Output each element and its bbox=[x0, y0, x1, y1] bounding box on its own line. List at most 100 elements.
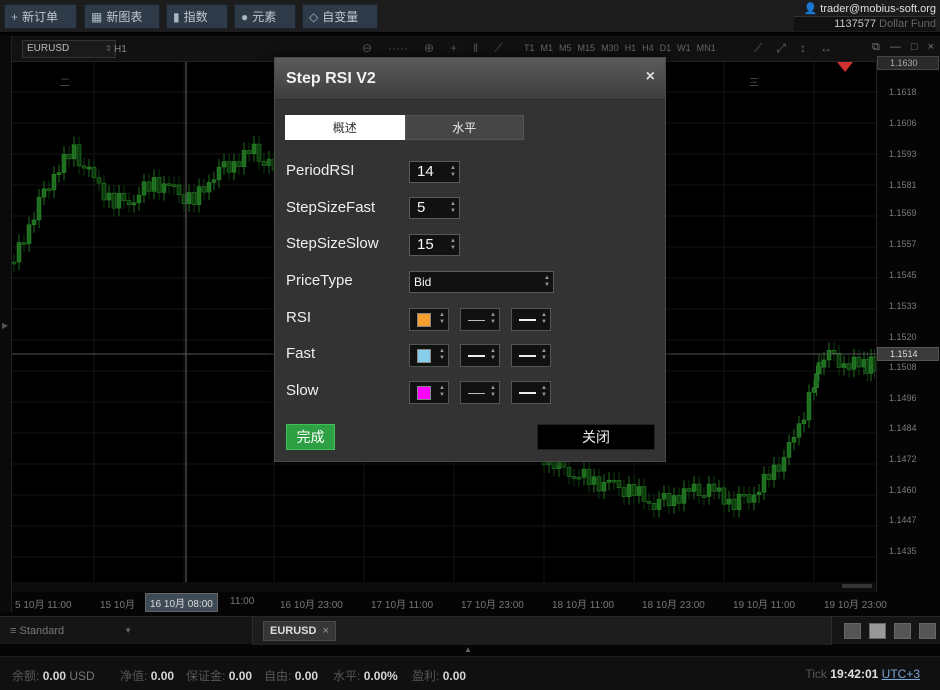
price-label: 1.1545 bbox=[889, 270, 917, 280]
layout-grid-icon[interactable] bbox=[869, 623, 886, 639]
layout-rows-icon[interactable] bbox=[919, 623, 936, 639]
step-slow-input[interactable]: 15 ▲ ▼ bbox=[409, 234, 460, 256]
done-button[interactable]: 完成 bbox=[286, 424, 335, 450]
candle-body bbox=[141, 181, 147, 196]
close-chart-icon[interactable]: × bbox=[928, 41, 934, 54]
dialog-header[interactable]: Step RSI V2 × bbox=[275, 58, 665, 100]
candle-body bbox=[66, 154, 72, 160]
candle-body bbox=[581, 468, 587, 478]
spinner-icon[interactable]: ▲ ▼ bbox=[450, 165, 456, 179]
tab-overview[interactable]: 概述 bbox=[285, 115, 405, 140]
candle-body bbox=[596, 476, 602, 492]
slow-color-picker[interactable]: ▲ ▼ bbox=[409, 381, 449, 404]
chart-mark-right: 三 bbox=[749, 78, 759, 89]
candle-body bbox=[206, 182, 212, 193]
tab-levels[interactable]: 水平 bbox=[404, 115, 524, 140]
draw-icon[interactable]: ⟋ bbox=[754, 41, 762, 56]
spinner-icon[interactable]: ▲ ▼ bbox=[450, 238, 456, 252]
period-rsi-input[interactable]: 14 ▲ ▼ bbox=[409, 161, 460, 183]
candle-body bbox=[701, 495, 707, 498]
spinner-icon: ▲ ▼ bbox=[541, 312, 547, 325]
chevron-updown-icon: ▲ ▼ bbox=[544, 275, 550, 288]
tf-mn1[interactable]: MN1 bbox=[697, 43, 716, 53]
new-order-button[interactable]: + 新订单 bbox=[4, 4, 77, 29]
price-label: 1.1606 bbox=[889, 118, 917, 128]
candle-body bbox=[656, 498, 662, 510]
trendline-icon[interactable]: ⟋ bbox=[494, 41, 502, 56]
rsi-style-select[interactable]: ▲ ▼ bbox=[460, 308, 500, 331]
slow-style-select[interactable]: ▲ ▼ bbox=[460, 381, 500, 404]
tf-t1[interactable]: T1 bbox=[524, 43, 535, 53]
period-rsi-value: 14 bbox=[417, 163, 434, 180]
layout-select[interactable]: ≡ Standard ▼ bbox=[4, 621, 136, 641]
spinner-icon: ▲ ▼ bbox=[439, 348, 445, 361]
account-info[interactable]: 👤 trader@mobius-soft.org 1137577 Dollar … bbox=[794, 2, 936, 31]
panel-resize-handle-icon[interactable]: ▲ bbox=[464, 645, 472, 654]
time-label: 17 10月 11:00 bbox=[371, 600, 434, 611]
tf-m15[interactable]: M15 bbox=[578, 43, 596, 53]
rsi-width-select[interactable]: ▲ ▼ bbox=[511, 308, 551, 331]
spinner-icon[interactable]: ▲ ▼ bbox=[450, 201, 456, 215]
time-axis[interactable]: 5 10月 11:00 15 10月 11:00 16 10月 23:00 17… bbox=[12, 592, 887, 612]
candle-body bbox=[771, 464, 777, 480]
minimize-icon[interactable]: — bbox=[890, 41, 901, 54]
step-fast-input[interactable]: 5 ▲ ▼ bbox=[409, 197, 460, 219]
zoom-in-icon[interactable]: ⊕ bbox=[424, 41, 434, 56]
close-button[interactable]: 关闭 bbox=[537, 424, 655, 450]
line-width-icon bbox=[519, 392, 536, 394]
profit-item: 盈利: 0.00 bbox=[412, 667, 466, 684]
fast-width-select[interactable]: ▲ ▼ bbox=[511, 344, 551, 367]
fast-style-select[interactable]: ▲ ▼ bbox=[460, 344, 500, 367]
expand-diagonal-icon[interactable]: ⤢ bbox=[776, 41, 786, 56]
rsi-color-picker[interactable]: ▲ ▼ bbox=[409, 308, 449, 331]
tab-close-icon[interactable]: × bbox=[322, 622, 328, 640]
left-panel-edge[interactable]: ▶ bbox=[0, 36, 12, 612]
zoom-out-icon[interactable]: ⊖ bbox=[362, 41, 372, 56]
custom-button[interactable]: ◇ 自变量 bbox=[302, 4, 378, 29]
tf-w1[interactable]: W1 bbox=[677, 43, 691, 53]
candle-body bbox=[91, 166, 97, 179]
candle-body bbox=[86, 166, 92, 170]
timezone-link[interactable]: UTC+3 bbox=[882, 667, 920, 681]
fit-horizontal-icon[interactable]: ↔ bbox=[820, 41, 832, 56]
indicators-button[interactable]: ▮ 指数 bbox=[166, 4, 228, 29]
free-item: 自由: 0.00 bbox=[264, 667, 318, 684]
spinner-icon: ▲ ▼ bbox=[490, 348, 496, 361]
fit-vertical-icon[interactable]: ↕ bbox=[800, 41, 806, 56]
symbol-select[interactable]: EURUSD ⇕ bbox=[22, 40, 116, 58]
price-type-select[interactable]: Bid ▲ ▼ bbox=[409, 271, 554, 293]
tf-m1[interactable]: M1 bbox=[541, 43, 554, 53]
account-user: trader@mobius-soft.org bbox=[820, 3, 936, 15]
layout-single-icon[interactable] bbox=[844, 623, 861, 639]
tab-eurusd[interactable]: EURUSD × bbox=[263, 621, 336, 641]
tf-h4[interactable]: H4 bbox=[642, 43, 654, 53]
chart-scrollbar[interactable] bbox=[12, 582, 876, 592]
tf-d1[interactable]: D1 bbox=[660, 43, 672, 53]
maximize-icon[interactable]: □ bbox=[911, 41, 918, 54]
candle-body bbox=[746, 494, 752, 503]
tf-m5[interactable]: M5 bbox=[559, 43, 572, 53]
popout-icon[interactable]: ⧉ bbox=[872, 41, 880, 54]
tick-label: Tick bbox=[805, 667, 827, 681]
candle-body bbox=[186, 192, 192, 205]
bar-chart-icon: ▮ bbox=[173, 9, 180, 24]
candle-body bbox=[571, 476, 577, 479]
zoom-slider-icon[interactable]: ····· bbox=[388, 41, 408, 56]
layout-columns-icon[interactable] bbox=[894, 623, 911, 639]
fast-color-picker[interactable]: ▲ ▼ bbox=[409, 344, 449, 367]
price-axis[interactable]: 1.1630 1.1618 1.1606 1.1593 1.1581 1.156… bbox=[876, 56, 940, 592]
price-label: 1.1533 bbox=[889, 301, 917, 311]
candle-body bbox=[836, 352, 842, 368]
close-icon[interactable]: × bbox=[646, 68, 655, 86]
tf-m30[interactable]: M30 bbox=[601, 43, 619, 53]
scroll-thumb[interactable] bbox=[842, 584, 872, 588]
step-slow-label: StepSizeSlow bbox=[286, 235, 379, 252]
slow-width-select[interactable]: ▲ ▼ bbox=[511, 381, 551, 404]
vertical-lines-icon[interactable]: ‖ bbox=[473, 41, 478, 56]
expand-arrow-icon[interactable]: ▶ bbox=[2, 321, 8, 330]
crosshair-icon[interactable]: + bbox=[450, 41, 457, 56]
tf-h1[interactable]: H1 bbox=[625, 43, 637, 53]
new-chart-label: 新图表 bbox=[106, 10, 143, 24]
new-chart-button[interactable]: ▦ 新图表 bbox=[84, 4, 160, 29]
elements-button[interactable]: ● 元素 bbox=[234, 4, 296, 29]
